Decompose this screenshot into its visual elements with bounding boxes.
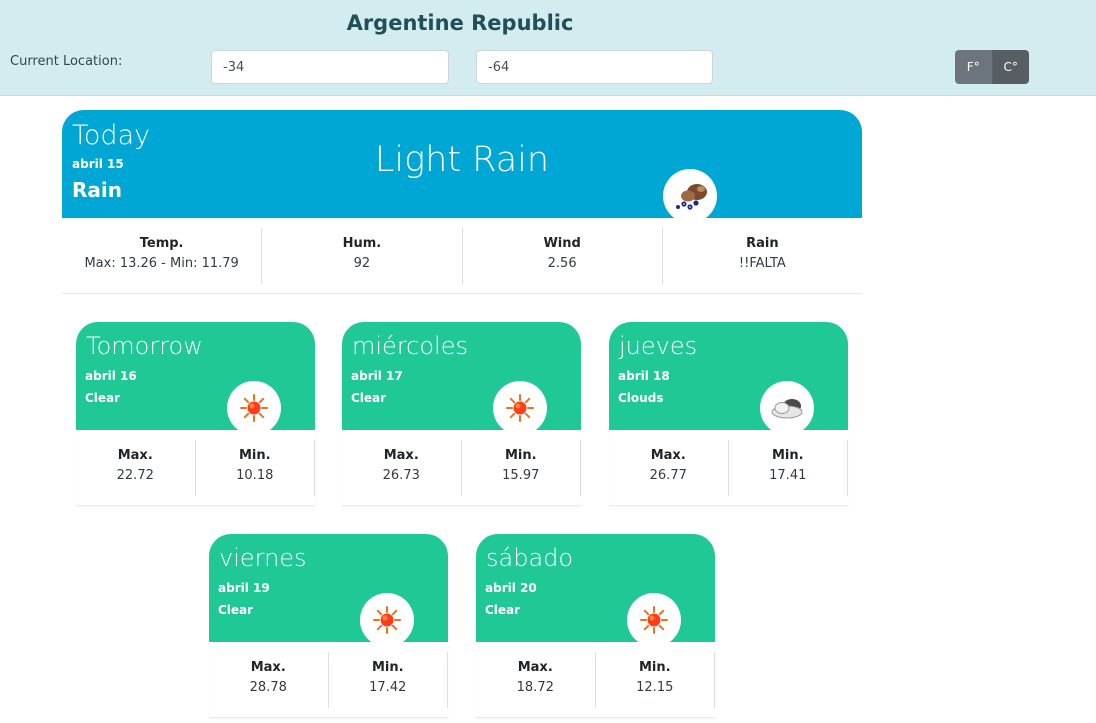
min-value: 12.15 (636, 680, 674, 695)
location-header: Argentine Republic Current Location: F° … (0, 0, 1096, 96)
max-value: 22.72 (116, 468, 154, 483)
forecast-card: Tomorrow abril 16 Clear Max. 22.72 Min. … (76, 322, 315, 506)
longitude-input[interactable] (476, 50, 713, 84)
sun-icon (493, 381, 547, 435)
min-stat: Min. 10.18 (196, 440, 315, 496)
cloud-icon (760, 381, 814, 435)
max-label: Max. (650, 448, 686, 463)
today-description: Light Rain (374, 140, 550, 180)
max-stat: Max. 26.77 (609, 440, 729, 496)
today-stats-row: Temp. Max: 13.26 - Min: 11.79 Hum. 92 Wi… (62, 218, 862, 294)
forecast-day: Tomorrow (86, 332, 203, 360)
humidity-stat: Hum. 92 (262, 228, 463, 284)
rain-value: !!FALTA (738, 256, 786, 271)
max-stat: Max. 26.73 (342, 440, 462, 496)
wind-stat: Wind 2.56 (463, 228, 663, 284)
rain-label: Rain (746, 236, 779, 251)
min-value: 17.42 (369, 680, 407, 695)
forecast-day: sábado (486, 544, 574, 572)
humidity-value: 92 (353, 256, 371, 271)
max-value: 18.72 (516, 680, 554, 695)
wind-value: 2.56 (547, 256, 577, 271)
min-stat: Min. 17.41 (729, 440, 848, 496)
forecast-condition: Clouds (618, 391, 664, 405)
forecast-date: abril 16 (85, 369, 137, 383)
forecast-card-header: viernes abril 19 Clear (209, 534, 448, 647)
forecast-stats-row: Max. 18.72 Min. 12.15 (476, 642, 715, 718)
country-title: Argentine Republic (346, 11, 574, 35)
humidity-label: Hum. (342, 236, 382, 251)
forecast-date: abril 19 (218, 581, 270, 595)
min-label: Min. (504, 448, 537, 463)
min-stat: Min. 12.15 (596, 652, 715, 708)
forecast-day: viernes (219, 544, 307, 572)
min-value: 10.18 (236, 468, 274, 483)
forecast-condition: Clear (85, 391, 121, 405)
forecast-card: miércoles abril 17 Clear Max. 26.73 Min.… (342, 322, 581, 506)
fahrenheit-button[interactable]: F° (955, 50, 992, 84)
max-stat: Max. 22.72 (76, 440, 196, 496)
max-stat: Max. 28.78 (209, 652, 329, 708)
forecast-condition: Clear (485, 603, 521, 617)
max-label: Max. (517, 660, 553, 675)
forecast-stats-row: Max. 26.73 Min. 15.97 (342, 430, 581, 506)
today-condition: Rain (72, 178, 122, 202)
min-label: Min. (371, 660, 404, 675)
forecast-card-header: miércoles abril 17 Clear (342, 322, 581, 435)
max-stat: Max. 18.72 (476, 652, 596, 708)
today-card: Today abril 15 Rain Light Rain Temp. Max… (62, 110, 862, 294)
max-label: Max. (383, 448, 419, 463)
max-value: 26.73 (382, 468, 420, 483)
celsius-button[interactable]: C° (991, 50, 1029, 84)
max-value: 28.78 (249, 680, 287, 695)
sun-icon (627, 593, 681, 647)
temp-label: Temp. (139, 236, 184, 251)
max-label: Max. (117, 448, 153, 463)
forecast-condition: Clear (351, 391, 387, 405)
forecast-stats-row: Max. 26.77 Min. 17.41 (609, 430, 848, 506)
min-label: Min. (771, 448, 804, 463)
forecast-day: jueves (619, 332, 698, 360)
current-location-label: Current Location: (10, 54, 123, 69)
forecast-date: abril 18 (618, 369, 670, 383)
min-label: Min. (638, 660, 671, 675)
forecast-card: sábado abril 20 Clear Max. 18.72 Min. 12… (476, 534, 715, 718)
min-value: 15.97 (502, 468, 540, 483)
max-value: 26.77 (649, 468, 687, 483)
min-stat: Min. 15.97 (462, 440, 581, 496)
max-label: Max. (250, 660, 286, 675)
min-label: Min. (238, 448, 271, 463)
forecast-day: miércoles (352, 332, 468, 360)
forecast-card: jueves abril 18 Clouds Max. 26.77 Min. 1… (609, 322, 848, 506)
latitude-input[interactable] (211, 50, 449, 84)
forecast-card-header: Tomorrow abril 16 Clear (76, 322, 315, 435)
forecast-card: viernes abril 19 Clear Max. 28.78 Min. 1… (209, 534, 448, 718)
forecast-card-header: sábado abril 20 Clear (476, 534, 715, 647)
temp-stat: Temp. Max: 13.26 - Min: 11.79 (62, 228, 263, 284)
light-rain-icon (663, 169, 717, 223)
forecast-stats-row: Max. 28.78 Min. 17.42 (209, 642, 448, 718)
sun-icon (360, 593, 414, 647)
forecast-condition: Clear (218, 603, 254, 617)
wind-label: Wind (543, 236, 581, 251)
forecast-card-header: jueves abril 18 Clouds (609, 322, 848, 435)
min-value: 17.41 (769, 468, 807, 483)
forecast-date: abril 20 (485, 581, 537, 595)
sun-icon (227, 381, 281, 435)
min-stat: Min. 17.42 (329, 652, 448, 708)
temp-value: Max: 13.26 - Min: 11.79 (84, 256, 239, 271)
forecast-date: abril 17 (351, 369, 403, 383)
today-card-header: Today abril 15 Rain Light Rain (62, 110, 862, 223)
rain-stat: Rain !!FALTA (663, 228, 862, 284)
forecast-stats-row: Max. 22.72 Min. 10.18 (76, 430, 315, 506)
unit-toggle-group: F° C° (955, 50, 1029, 84)
